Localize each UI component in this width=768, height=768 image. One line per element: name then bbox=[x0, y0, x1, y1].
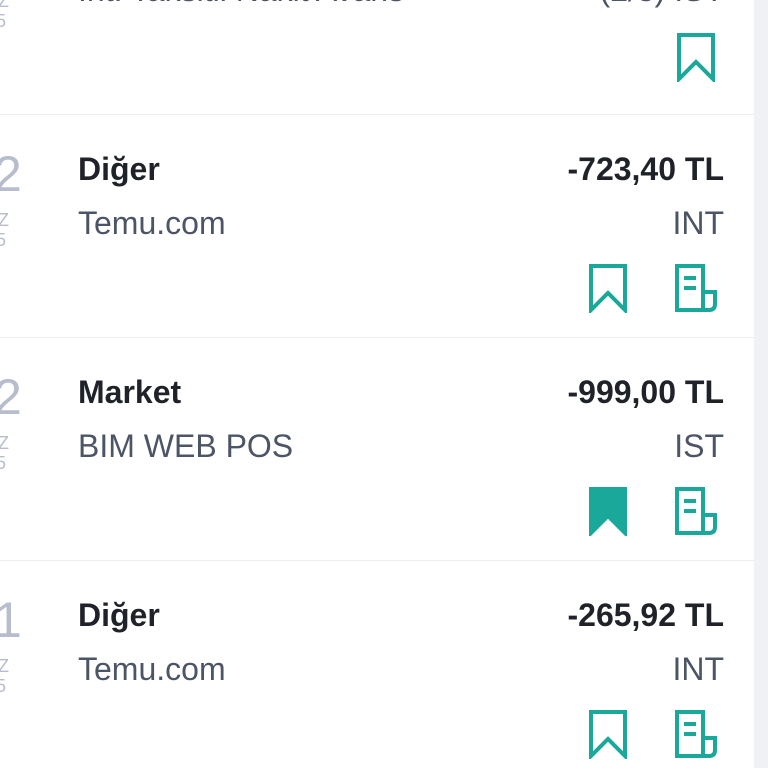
receipt-icon[interactable] bbox=[672, 484, 720, 538]
transaction-amount: (2/3) IST bbox=[600, 0, 724, 9]
date-month: Z bbox=[0, 210, 9, 230]
date-year: 5 bbox=[0, 676, 7, 696]
transaction-merchant: Temu.com bbox=[78, 205, 226, 241]
row-actions bbox=[672, 30, 720, 84]
date-day: 2 bbox=[0, 146, 22, 202]
transaction-location-code: INT bbox=[672, 205, 724, 241]
receipt-icon[interactable] bbox=[672, 261, 720, 315]
transaction-merchant: Temu.com bbox=[78, 651, 226, 687]
transaction-merchant: BIM WEB POS bbox=[78, 428, 294, 464]
transaction-amount: -265,92 TL bbox=[567, 597, 724, 633]
receipt-icon[interactable] bbox=[672, 707, 720, 761]
date-column: Z 5 bbox=[0, 0, 30, 114]
date-column: 2 Z 5 bbox=[0, 338, 30, 560]
transaction-row[interactable]: 2 Z 5 Market BIM WEB POS -999,00 TL IST bbox=[0, 338, 754, 561]
transaction-location-code: INT bbox=[672, 651, 724, 687]
transaction-title: Int. Taksitli Nakit Avans bbox=[78, 0, 404, 9]
row-actions bbox=[584, 707, 720, 761]
transaction-category: Diğer bbox=[78, 597, 160, 633]
bookmark-icon[interactable] bbox=[584, 707, 632, 761]
row-actions bbox=[584, 484, 720, 538]
date-day: 2 bbox=[0, 369, 22, 425]
transaction-category: Diğer bbox=[78, 151, 160, 187]
transaction-list: Z 5 Int. Taksitli Nakit Avans (2/3) IST … bbox=[0, 0, 754, 768]
date-column: 2 Z 5 bbox=[0, 115, 30, 337]
row-actions bbox=[584, 261, 720, 315]
bookmark-icon[interactable] bbox=[584, 261, 632, 315]
date-year: 5 bbox=[0, 453, 7, 473]
transaction-location-code: IST bbox=[674, 428, 724, 464]
transaction-category: Market bbox=[78, 374, 182, 410]
transaction-row[interactable]: Z 5 Int. Taksitli Nakit Avans (2/3) IST bbox=[0, 0, 754, 115]
date-year: 5 bbox=[0, 230, 7, 250]
bookmark-filled-icon[interactable] bbox=[584, 484, 632, 538]
scrollbar-track[interactable] bbox=[754, 0, 768, 768]
transaction-row[interactable]: 1 Z 5 Diğer Temu.com -265,92 TL INT bbox=[0, 561, 754, 768]
date-day: 1 bbox=[0, 592, 22, 648]
date-column: 1 Z 5 bbox=[0, 561, 30, 768]
transaction-amount: -723,40 TL bbox=[567, 151, 724, 187]
date-month: Z bbox=[0, 433, 9, 453]
transaction-list-screen: Z 5 Int. Taksitli Nakit Avans (2/3) IST … bbox=[0, 0, 768, 768]
date-month: Z bbox=[0, 0, 9, 11]
bookmark-icon[interactable] bbox=[672, 30, 720, 84]
date-year: 5 bbox=[0, 11, 7, 31]
transaction-row[interactable]: 2 Z 5 Diğer Temu.com -723,40 TL INT bbox=[0, 115, 754, 338]
transaction-amount: -999,00 TL bbox=[567, 374, 724, 410]
date-month: Z bbox=[0, 656, 9, 676]
